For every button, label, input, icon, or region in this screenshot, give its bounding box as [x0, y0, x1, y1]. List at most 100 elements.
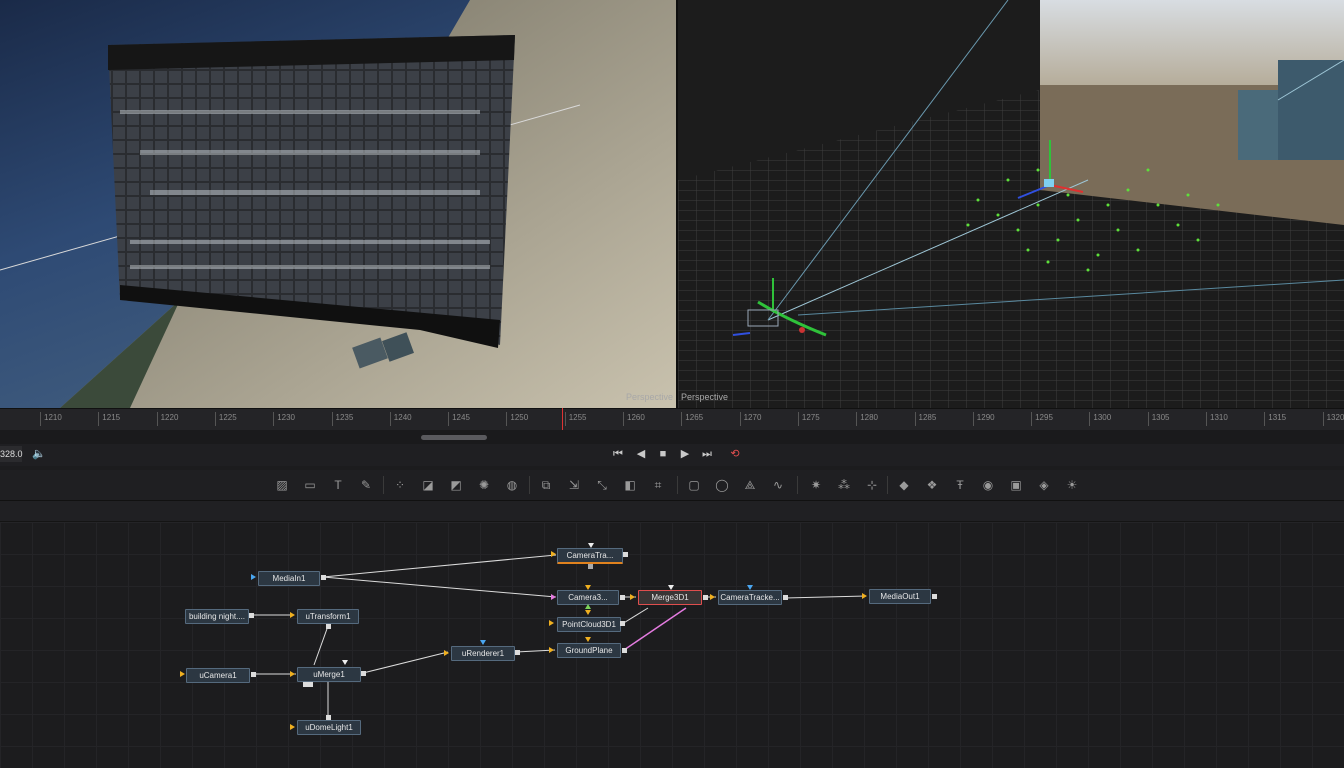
input-triangle[interactable]	[251, 574, 256, 580]
polygon-mask-icon[interactable]: ⟁	[740, 475, 760, 495]
play-forward-button[interactable]: ▶	[676, 446, 694, 462]
node-umerge[interactable]: uMerge1	[297, 667, 361, 682]
output-port[interactable]	[620, 621, 625, 626]
input-triangle[interactable]	[551, 551, 556, 557]
input-triangle[interactable]	[551, 594, 556, 600]
blur-icon[interactable]: ◍	[502, 475, 522, 495]
output-port[interactable]	[703, 595, 708, 600]
viewer-right[interactable]: Perspective	[678, 0, 1344, 408]
light-icon[interactable]: ☀	[1062, 475, 1082, 495]
input-triangle[interactable]	[342, 660, 348, 665]
paint-brush-icon[interactable]: ✎	[356, 475, 376, 495]
input-triangle[interactable]	[710, 594, 715, 600]
output-port[interactable]	[783, 595, 788, 600]
ellipse-mask-icon[interactable]: ◯	[712, 475, 732, 495]
input-triangle[interactable]	[180, 671, 185, 677]
bspline-mask-icon[interactable]: ∿	[768, 475, 788, 495]
crop-icon[interactable]: ⌗	[648, 475, 668, 495]
output-port[interactable]	[515, 650, 520, 655]
ruler-tick-label: 1290	[972, 412, 995, 426]
merge3d-icon[interactable]: ❖	[922, 475, 942, 495]
text3d-icon[interactable]: Ŧ	[950, 475, 970, 495]
ruler-tick-label: 1210	[40, 412, 62, 426]
output-port[interactable]	[321, 575, 326, 580]
input-triangle[interactable]	[290, 612, 295, 618]
tracker-icon[interactable]: ⊹	[862, 475, 882, 495]
input-triangle[interactable]	[290, 724, 295, 730]
viewer-left[interactable]: Perspective	[0, 0, 676, 408]
input-triangle[interactable]	[444, 650, 449, 656]
ruler-tick-label: 1215	[98, 412, 120, 426]
ruler-tick-label: 1265	[681, 412, 703, 426]
output-port[interactable]	[249, 613, 254, 618]
node-camera3d[interactable]: Camera3...	[557, 590, 619, 605]
node-utransform[interactable]: uTransform1	[297, 609, 359, 624]
output-port[interactable]	[623, 552, 628, 557]
node-editor-header	[0, 501, 1344, 522]
input-triangle[interactable]	[549, 620, 554, 626]
output-port[interactable]	[326, 624, 331, 629]
output-port[interactable]	[588, 564, 593, 569]
node-camera-tracker-right[interactable]: CameraTracke...	[718, 590, 782, 605]
node-camera-tracker-top[interactable]: CameraTra...	[557, 548, 623, 564]
node-mediain[interactable]: MediaIn1	[258, 571, 320, 586]
go-to-end-button[interactable]: ⏭	[698, 446, 716, 462]
node-urenderer[interactable]: uRenderer1	[451, 646, 515, 661]
rectangle-mask-icon[interactable]: ▢	[684, 475, 704, 495]
particle-render-icon[interactable]: ⁂	[834, 475, 854, 495]
input-triangle[interactable]	[549, 647, 554, 653]
timeline-scroll-thumb[interactable]	[421, 435, 487, 440]
renderer3d-icon[interactable]: ◈	[1034, 475, 1054, 495]
ruler-tick-label: 1225	[214, 412, 237, 426]
image-plane-icon[interactable]: ▭	[300, 475, 320, 495]
loop-button[interactable]: ⟲	[726, 446, 744, 462]
resize-icon[interactable]: ⤡	[592, 475, 612, 495]
viewport-label-left: Perspective	[625, 392, 673, 402]
output-port[interactable]	[361, 671, 366, 676]
particle-emitter-icon[interactable]: ✷	[806, 475, 826, 495]
ruler-tick-label: 1285	[914, 412, 936, 426]
input-triangle[interactable]	[290, 671, 295, 677]
audio-icon[interactable]: 🔈	[30, 446, 48, 462]
node-pointcloud3d[interactable]: PointCloud3D1	[557, 617, 621, 632]
input-triangle[interactable]	[862, 593, 867, 599]
stop-button[interactable]: ■	[654, 446, 672, 462]
gradient-icon[interactable]: ◪	[418, 475, 438, 495]
node-groundplane[interactable]: GroundPlane	[557, 643, 621, 658]
particles-icon[interactable]: ⁘	[390, 475, 410, 495]
text-icon[interactable]: T	[328, 475, 348, 495]
timeline-ruler[interactable]: 1210 1215 1220 1225 1230 1235 1240 1245 1250 1255…	[0, 408, 1344, 431]
ruler-tick-label: 1270	[739, 412, 761, 426]
ruler-tick-label: 1250	[506, 412, 528, 426]
output-port[interactable]	[251, 672, 256, 677]
color-corrector-icon[interactable]: ◩	[446, 475, 466, 495]
node-building-night[interactable]: building night....	[185, 609, 249, 624]
node-mediaout[interactable]: MediaOut1	[869, 589, 931, 604]
camera3d-icon[interactable]: ◉	[978, 475, 998, 495]
output-port[interactable]	[622, 648, 627, 653]
output-port[interactable]	[620, 595, 625, 600]
node-udomelight[interactable]: uDomeLight1	[297, 720, 361, 735]
current-frame-field[interactable]: 328.0	[0, 446, 23, 462]
image-plane3d-icon[interactable]: ▣	[1006, 475, 1026, 495]
output-port[interactable]	[932, 594, 937, 599]
input-triangle[interactable]	[480, 640, 486, 645]
input-triangle[interactable]	[585, 604, 591, 609]
node-connections	[253, 554, 867, 717]
go-to-start-button[interactable]: ⏮	[609, 446, 627, 462]
shape3d-icon[interactable]: ◆	[894, 475, 914, 495]
input-triangle[interactable]	[585, 637, 591, 642]
input-triangle[interactable]	[585, 610, 591, 615]
node-merge3d[interactable]: Merge3D1	[638, 590, 702, 605]
merge-icon[interactable]: ⧉	[536, 475, 556, 495]
node-ucamera[interactable]: uCamera1	[186, 668, 250, 683]
playhead[interactable]	[562, 408, 563, 432]
play-reverse-button[interactable]: ◀	[632, 446, 650, 462]
brightness-icon[interactable]: ✺	[474, 475, 494, 495]
node-editor[interactable]: MediaIn1 CameraTra... Camera3... Merge3D…	[0, 522, 1344, 768]
transform-icon[interactable]: ⇲	[564, 475, 584, 495]
mask-icon[interactable]: ◧	[620, 475, 640, 495]
timeline-scrub-bar[interactable]	[0, 430, 1344, 444]
background-icon[interactable]: ▨	[272, 475, 292, 495]
input-triangle[interactable]	[630, 594, 635, 600]
